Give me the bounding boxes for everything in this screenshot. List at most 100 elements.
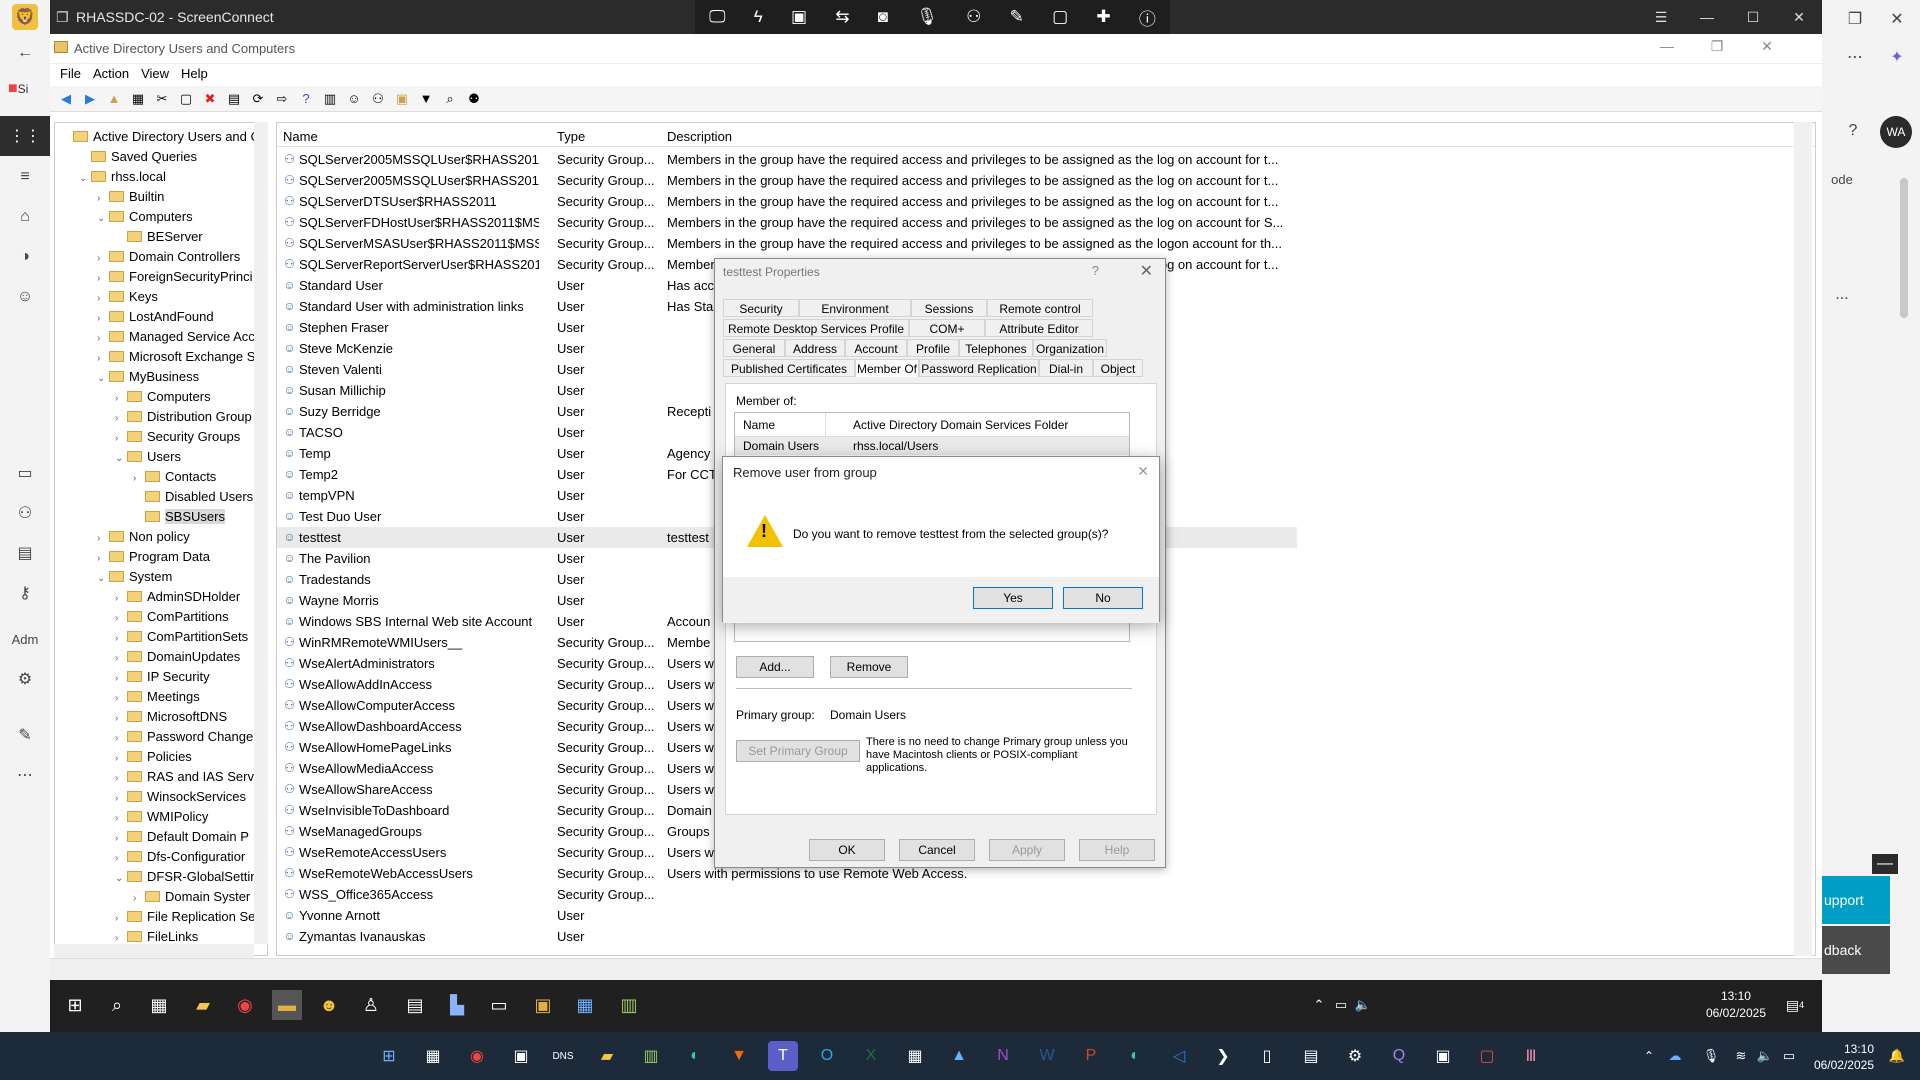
- tab-address[interactable]: Address: [785, 339, 845, 357]
- plus-icon[interactable]: ✚: [1096, 7, 1110, 27]
- tab-organization[interactable]: Organization: [1033, 339, 1107, 357]
- tab-security[interactable]: Security: [723, 299, 799, 317]
- chevron-right-icon[interactable]: ›: [97, 289, 109, 309]
- tree-vertical-scrollbar[interactable]: [254, 122, 268, 944]
- home-icon[interactable]: ⌂: [12, 204, 38, 230]
- chevron-right-icon[interactable]: ›: [115, 769, 127, 789]
- swap-icon[interactable]: ⇆: [835, 7, 849, 27]
- tab-com-[interactable]: COM+: [909, 319, 985, 337]
- menu-view[interactable]: View: [141, 64, 181, 86]
- tab-attribute-editor[interactable]: Attribute Editor: [985, 319, 1093, 337]
- chevron-right-icon[interactable]: ›: [97, 249, 109, 269]
- tree-node[interactable]: › WinsockServices: [115, 787, 246, 807]
- tree-horizontal-scrollbar[interactable]: [54, 944, 254, 958]
- tree-node[interactable]: › Security Groups: [115, 427, 240, 447]
- tab-remote-desktop-services-profile[interactable]: Remote Desktop Services Profile: [723, 319, 909, 337]
- column-description[interactable]: Description: [667, 129, 732, 144]
- monitor-icon[interactable]: 🖵: [709, 7, 725, 27]
- chevron-right-icon[interactable]: ›: [115, 909, 127, 929]
- tree-node[interactable]: › LostAndFound: [97, 307, 214, 327]
- tree-node[interactable]: › IP Security: [115, 667, 210, 687]
- tree-node[interactable]: › Non policy: [97, 527, 190, 547]
- teams-icon[interactable]: T: [768, 1041, 798, 1071]
- people-icon[interactable]: ⚇: [12, 500, 38, 526]
- server-manager-icon[interactable]: ☻: [314, 990, 344, 1020]
- chevron-right-icon[interactable]: ›: [115, 609, 127, 629]
- tab-published-certificates[interactable]: Published Certificates: [723, 359, 855, 377]
- powerpoint-icon[interactable]: P: [1076, 1041, 1106, 1071]
- tree-node[interactable]: › Microsoft Exchange S: [97, 347, 255, 367]
- remote-desktop-icon[interactable]: ▣: [506, 1041, 536, 1071]
- tree-node[interactable]: › WMIPolicy: [115, 807, 208, 827]
- tree-node[interactable]: › Policies: [115, 747, 192, 767]
- microphone-icon[interactable]: 🎙: [916, 7, 938, 27]
- chevron-right-icon[interactable]: ›: [97, 189, 109, 209]
- tree-node[interactable]: › RAS and IAS Serve: [115, 767, 261, 787]
- chevron-right-icon[interactable]: ›: [115, 589, 127, 609]
- chevron-right-icon[interactable]: ›: [115, 709, 127, 729]
- chevron-right-icon[interactable]: ›: [115, 749, 127, 769]
- up-folder-icon[interactable]: ▲: [104, 89, 124, 109]
- dns-icon[interactable]: ▣: [528, 990, 558, 1020]
- new-group-icon[interactable]: ⚇: [368, 89, 388, 109]
- battery-icon[interactable]: ▭: [1774, 1041, 1804, 1071]
- new-user-icon[interactable]: ☺: [344, 89, 364, 109]
- apply-button[interactable]: Apply: [989, 839, 1065, 861]
- no-button[interactable]: No: [1063, 587, 1143, 609]
- tree-node[interactable]: › Keys: [97, 287, 158, 307]
- tree-node[interactable]: › Domain Syster: [133, 887, 250, 907]
- help-icon[interactable]: ?: [1840, 118, 1866, 144]
- camera-icon[interactable]: ◙: [878, 7, 888, 27]
- outlook-icon[interactable]: O: [812, 1041, 842, 1071]
- menu-icon[interactable]: ≡: [12, 164, 38, 190]
- tree-node[interactable]: ⌄ Computers: [97, 207, 193, 227]
- tree-node[interactable]: › MicrosoftDNS: [115, 707, 227, 727]
- close-icon[interactable]: ✕: [1140, 261, 1153, 281]
- chat-icon[interactable]: ▢: [1052, 7, 1068, 27]
- tab-account[interactable]: Account: [845, 339, 907, 357]
- chevron-right-icon[interactable]: ›: [115, 409, 127, 429]
- app-q-icon[interactable]: Q: [1384, 1041, 1414, 1071]
- tree-node[interactable]: › Program Data: [97, 547, 210, 567]
- tree-node[interactable]: › Meetings: [115, 687, 200, 707]
- close-icon[interactable]: ✕: [1776, 0, 1822, 34]
- back-icon[interactable]: ◀: [56, 89, 76, 109]
- task-view-icon[interactable]: ▦: [144, 990, 174, 1020]
- chevron-right-icon[interactable]: ›: [97, 269, 109, 289]
- tab-profile[interactable]: Profile: [907, 339, 959, 357]
- tablet-icon[interactable]: ▤: [1296, 1041, 1326, 1071]
- tree-node[interactable]: › Managed Service Acc: [97, 327, 255, 347]
- chevron-right-icon[interactable]: ›: [115, 649, 127, 669]
- start-icon[interactable]: ⊞: [60, 990, 90, 1020]
- network-icon[interactable]: ♙: [356, 990, 386, 1020]
- vscode-icon[interactable]: ◁: [1164, 1041, 1194, 1071]
- column-type[interactable]: Type: [557, 129, 585, 144]
- tree-node[interactable]: › DomainUpdates: [115, 647, 240, 667]
- help-icon[interactable]: ?: [1092, 263, 1099, 278]
- tree-node[interactable]: ⌄ DFSR-GlobalSettin: [115, 867, 258, 887]
- chevron-right-icon[interactable]: ›: [115, 849, 127, 869]
- chrome-icon[interactable]: ◉: [462, 1041, 492, 1071]
- chevron-right-icon[interactable]: ›: [115, 829, 127, 849]
- maximize-icon[interactable]: ❐: [1692, 38, 1742, 55]
- maximize-icon[interactable]: ☐: [1730, 0, 1776, 34]
- tree-node[interactable]: › AdminSDHolder: [115, 587, 240, 607]
- tab-dial-in[interactable]: Dial-in: [1039, 359, 1093, 377]
- shield-icon[interactable]: ◑: [12, 244, 38, 270]
- list-vertical-scrollbar[interactable]: [1794, 122, 1812, 956]
- export-icon[interactable]: ⇨: [272, 89, 292, 109]
- tree-node[interactable]: ⌄ Users: [115, 447, 181, 467]
- file-explorer-icon[interactable]: ▰: [592, 1041, 622, 1071]
- col-folder[interactable]: Active Directory Domain Services Folder: [853, 418, 1068, 432]
- view-icon[interactable]: ▥: [320, 89, 340, 109]
- phone-icon[interactable]: ▯: [1252, 1041, 1282, 1071]
- settings-icon[interactable]: ⚙: [1340, 1041, 1370, 1071]
- tool-app-icon[interactable]: Ⅲ: [1516, 1041, 1546, 1071]
- tree-node[interactable]: SBSUsers: [133, 507, 225, 527]
- chevron-right-icon[interactable]: ›: [115, 689, 127, 709]
- tree-node[interactable]: › ComPartitionSets: [115, 627, 248, 647]
- screenconnect-icon[interactable]: ▢: [1472, 1041, 1502, 1071]
- search-icon[interactable]: ⌕: [102, 990, 132, 1020]
- tree-node[interactable]: ⌄ rhss.local: [79, 167, 166, 187]
- minimize-icon[interactable]: —: [1642, 38, 1692, 55]
